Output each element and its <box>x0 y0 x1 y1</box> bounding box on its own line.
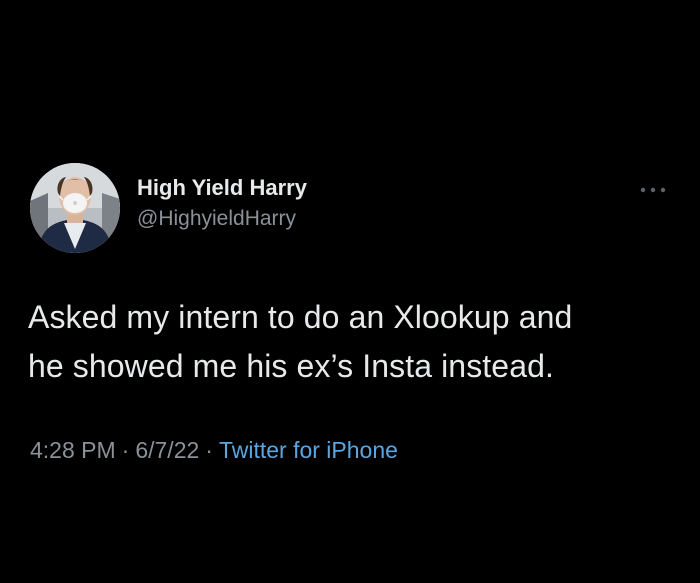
profile-photo-icon <box>30 163 120 253</box>
meta-separator: · <box>121 437 130 463</box>
tweet-date[interactable]: 6/7/22 <box>135 437 199 463</box>
tweet-text: Asked my intern to do an Xlookup and he … <box>28 293 678 391</box>
author-name[interactable]: High Yield Harry <box>137 175 307 201</box>
tweet-source-link[interactable]: Twitter for iPhone <box>219 437 398 463</box>
meta-separator: · <box>205 437 213 463</box>
tweet-card: High Yield Harry @HighyieldHarry Asked m… <box>0 0 700 583</box>
tweet-meta: 4:28 PM · 6/7/22 · Twitter for iPhone <box>30 437 398 464</box>
more-horizontal-icon <box>640 187 666 193</box>
avatar[interactable] <box>30 163 120 253</box>
author-handle[interactable]: @HighyieldHarry <box>137 207 296 231</box>
tweet-time[interactable]: 4:28 PM <box>30 437 116 463</box>
tweet-text-line: Asked my intern to do an Xlookup and <box>28 299 573 335</box>
more-button[interactable] <box>636 180 670 200</box>
tweet-text-line: he showed me his ex’s Insta instead. <box>28 348 554 384</box>
